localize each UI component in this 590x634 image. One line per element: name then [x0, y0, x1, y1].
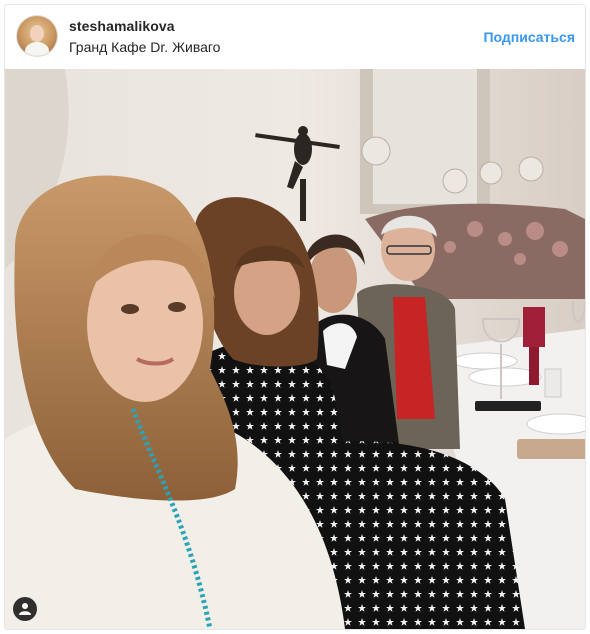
post-photo[interactable]	[5, 69, 585, 629]
follow-button[interactable]: Подписаться	[483, 29, 575, 45]
avatar-face	[30, 25, 44, 42]
post-header: steshamalikova Гранд Кафе Dr. Живаго Под…	[5, 5, 585, 69]
post-card: steshamalikova Гранд Кафе Dr. Живаго Под…	[4, 4, 586, 630]
person-tag-icon[interactable]	[13, 597, 37, 621]
username-link[interactable]: steshamalikova	[69, 18, 175, 34]
person-tag-glyph	[19, 603, 31, 615]
location-link[interactable]: Гранд Кафе Dr. Живаго	[69, 39, 220, 55]
avatar-body	[25, 42, 49, 56]
photo-scene	[5, 69, 585, 629]
avatar[interactable]	[17, 16, 57, 56]
